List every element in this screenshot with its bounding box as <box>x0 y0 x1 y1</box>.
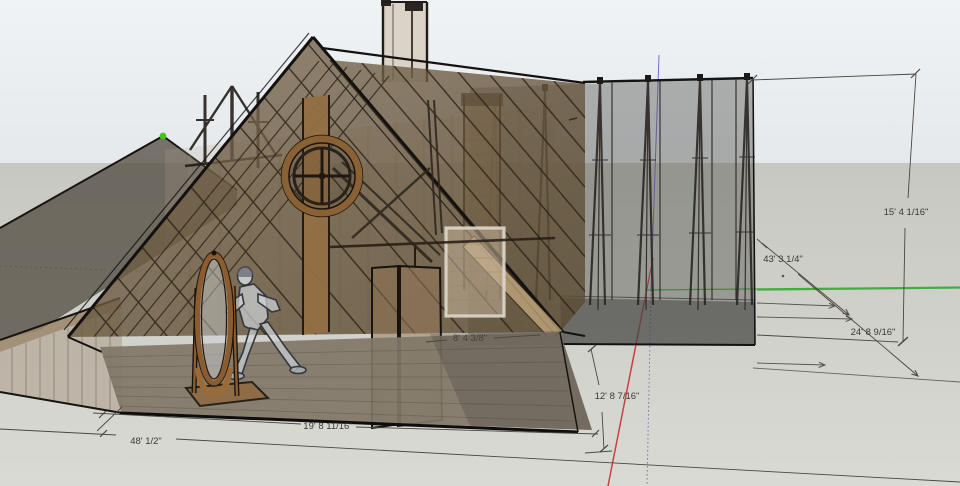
model-viewport[interactable]: 48' 1/2" 19' 8 11/16" 8' 4 3/8" 12' 8 7/… <box>0 0 960 486</box>
dim-label-overall-width[interactable]: 48' 1/2" <box>130 436 162 447</box>
dim-label-ridge-height[interactable]: 15' 4 1/16" <box>884 207 929 218</box>
annex-floor-shadow <box>560 298 755 345</box>
mirror-glass <box>198 255 231 383</box>
endpoint-marker[interactable] <box>160 133 167 140</box>
dim-label-diagonal-span[interactable]: 43' 3 1/4" <box>763 254 803 265</box>
shoe <box>290 367 306 374</box>
dim-label-interior-width[interactable]: 8' 4 3/8" <box>453 333 487 344</box>
dim-label-wall-height[interactable]: 12' 8 7/16" <box>595 391 640 402</box>
dim-label-floor-width[interactable]: 19' 8 11/16" <box>303 421 352 432</box>
dim-label-depth-right[interactable]: 24' 8 9/16" <box>851 327 896 338</box>
round-window[interactable] <box>282 136 363 217</box>
stray-dot <box>782 275 785 278</box>
